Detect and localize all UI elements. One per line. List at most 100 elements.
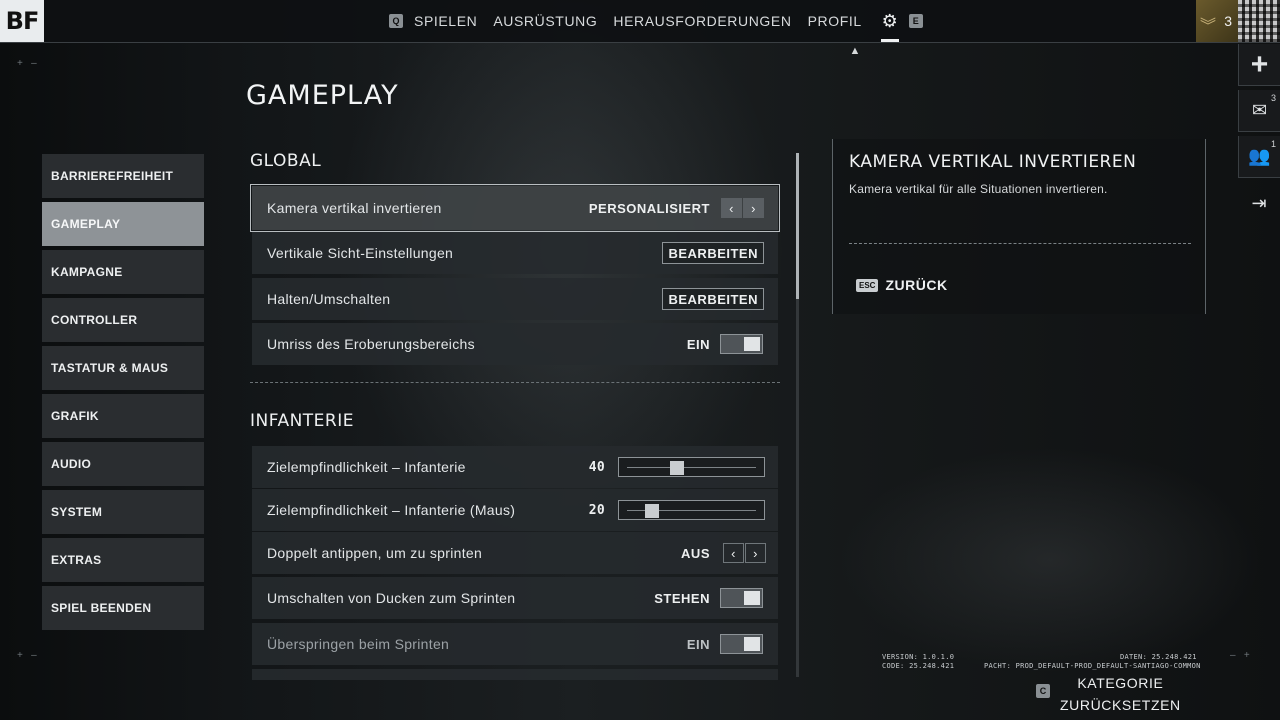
value-stepper: ‹ › [722,543,766,563]
nav-profil[interactable]: PROFIL [808,13,862,29]
menu-item-controller[interactable]: CONTROLLER [42,298,204,342]
slider-value: 40 [588,459,605,475]
slider-track [627,467,756,468]
menu-item-spiel-beenden[interactable]: SPIEL BEENDEN [42,586,204,630]
reset-key: C [1036,684,1050,698]
toggle-state: EIN [686,636,710,652]
back-button[interactable]: ESC ZURÜCK [856,277,948,293]
reset-label-line1: KATEGORIE [1077,675,1164,691]
setting-value: AUS [681,545,710,561]
menu-item-grafik[interactable]: GRAFIK [42,394,204,438]
corner-tick-icon: + – [17,58,37,69]
slider-value: 20 [588,502,605,518]
setting-ducken-sprinten[interactable]: Umschalten von Ducken zum Sprinten STEHE… [252,577,778,619]
chevron-right-icon[interactable]: › [743,198,764,218]
back-label: ZURÜCK [885,277,948,293]
section-divider [250,382,780,383]
main-nav: Q SPIELEN AUSRÜSTUNG HERAUSFORDERUNGEN P… [386,0,926,42]
setting-vertikale-sicht[interactable]: Vertikale Sicht-Einstellungen BEARBEITEN [252,232,778,274]
menu-item-kampagne[interactable]: KAMPAGNE [42,250,204,294]
menu-item-system[interactable]: SYSTEM [42,490,204,534]
active-tab-marker-icon: ▲ [849,45,861,57]
slider-thumb[interactable] [645,504,660,518]
build-code: CODE: 25.248.421 [882,662,955,670]
slider-thumb[interactable] [670,461,684,475]
build-version: VERSION: 1.0.1.0 [882,653,955,661]
value-stepper: ‹ › [720,198,764,218]
section-title-global: GLOBAL [250,151,322,171]
page-title: GAMEPLAY [246,80,399,111]
corner-tick-icon: – + [1230,650,1250,661]
setting-label: Vertikale Sicht-Einstellungen [267,245,454,261]
menu-item-audio[interactable]: AUDIO [42,442,204,486]
edit-button[interactable]: BEARBEITEN [662,242,764,264]
description-divider [849,243,1191,244]
build-pacht: PACHT: PROD_DEFAULT-PROD_DEFAULT-SANTIAG… [984,662,1201,670]
setting-ueberspringen-sprinten[interactable]: Überspringen beim Sprinten EIN [252,623,778,665]
setting-umriss-eroberung[interactable]: Umriss des Eroberungsbereichs EIN [252,323,778,365]
exit-button[interactable]: ⇥ [1238,182,1280,224]
exit-arrow-icon: ⇥ [1251,192,1267,213]
rank-level: 3 [1224,13,1232,29]
mail-icon: ✉ [1251,100,1268,120]
setting-halten-umschalten[interactable]: Halten/Umschalten BEARBEITEN [252,278,778,320]
settings-category-menu: BARRIEREFREIHEIT GAMEPLAY KAMPAGNE CONTR… [42,154,204,634]
setting-description-panel: KAMERA VERTIKAL INVERTIEREN Kamera verti… [832,139,1206,314]
nav-herausforderungen[interactable]: HERAUSFORDERUNGEN [613,13,791,29]
setting-label: Zielempfindlichkeit – Infanterie [267,459,466,475]
corner-tick-icon: + – [17,650,37,661]
toggle-switch[interactable] [720,588,763,608]
description-title: KAMERA VERTIKAL INVERTIEREN [849,152,1137,172]
setting-zielempfindlichkeit[interactable]: Zielempfindlichkeit – Infanterie 40 [252,446,778,488]
toggle-state: EIN [686,336,710,352]
chevron-right-icon[interactable]: › [745,543,766,563]
setting-kamera-vertikal[interactable]: Kamera vertikal invertieren PERSONALISIE… [250,184,780,232]
settings-gear-icon[interactable]: ⚙ [878,0,902,42]
setting-value: PERSONALISIERT [588,200,710,216]
side-icon-column: + ✉ 3 👥 1 ⇥ [1238,44,1280,228]
squad-count: 1 [1270,139,1276,149]
setting-label: Umriss des Eroberungsbereichs [267,336,475,352]
rank-badge[interactable]: ︾ 3 [1196,0,1238,42]
squad-button[interactable]: 👥 1 [1238,136,1280,178]
settings-panel: GLOBAL Kamera vertikal invertieren PERSO… [250,140,790,680]
nav-spielen[interactable]: SPIELEN [414,13,477,29]
toggle-knob [744,591,760,605]
menu-item-extras[interactable]: EXTRAS [42,538,204,582]
reset-category-button[interactable]: C KATEGORIE ZURÜCKSETZEN [1036,672,1181,716]
mail-button[interactable]: ✉ 3 [1238,90,1280,132]
setting-label: Zielempfindlichkeit – Infanterie (Maus) [267,502,516,518]
reset-label: KATEGORIE ZURÜCKSETZEN [1060,672,1181,716]
chevron-left-icon[interactable]: ‹ [721,198,742,218]
settings-scrollbar[interactable] [796,153,799,677]
toggle-knob [744,637,760,651]
toggle-switch[interactable] [720,634,763,654]
setting-label: Überspringen beim Sprinten [267,636,450,652]
setting-label: Kamera vertikal invertieren [267,200,442,216]
menu-item-tastatur-maus[interactable]: TASTATUR & MAUS [42,346,204,390]
rank-chevron-icon: ︾ [1200,18,1217,35]
add-friend-button[interactable]: + [1238,44,1280,86]
setting-label: Umschalten von Ducken zum Sprinten [267,590,516,606]
chevron-left-icon[interactable]: ‹ [723,543,744,563]
toggle-switch[interactable] [720,334,763,354]
reset-label-line2: ZURÜCKSETZEN [1060,697,1181,713]
menu-item-gameplay[interactable]: GAMEPLAY [42,202,204,246]
setting-row-partial[interactable] [252,669,778,680]
mouse-sensitivity-slider[interactable] [618,500,765,520]
nav-ausruestung[interactable]: AUSRÜSTUNG [493,13,597,29]
menu-item-barrierefreiheit[interactable]: BARRIEREFREIHEIT [42,154,204,198]
build-daten: DATEN: 25.248.421 [1120,653,1197,661]
esc-key: ESC [856,278,879,292]
setting-zielempfindlichkeit-maus[interactable]: Zielempfindlichkeit – Infanterie (Maus) … [252,489,778,531]
section-title-infanterie: INFANTERIE [250,411,354,431]
top-bar: BF Q SPIELEN AUSRÜSTUNG HERAUSFORDERUNGE… [0,0,1280,43]
player-avatar[interactable] [1238,0,1280,42]
setting-label: Halten/Umschalten [267,291,391,307]
mail-count: 3 [1270,93,1276,103]
scrollbar-thumb[interactable] [796,153,799,299]
sensitivity-slider[interactable] [618,457,765,477]
setting-doppelt-antippen[interactable]: Doppelt antippen, um zu sprinten AUS ‹ › [252,532,778,574]
setting-value: STEHEN [654,590,710,606]
edit-button[interactable]: BEARBEITEN [662,288,764,310]
